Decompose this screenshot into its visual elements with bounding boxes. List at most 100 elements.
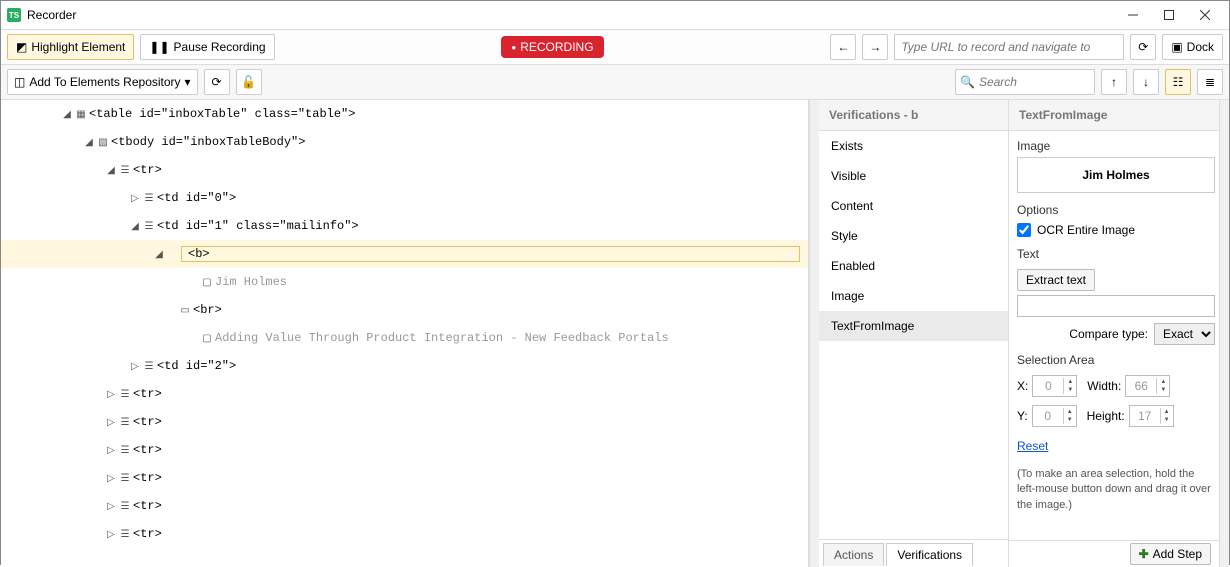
lock-button[interactable]: 🔓 bbox=[236, 69, 262, 95]
expand-icon[interactable]: ▷ bbox=[129, 361, 141, 372]
tree-row-td0[interactable]: ▷ ☰ <td id="0"> bbox=[1, 184, 808, 212]
extracted-text-input[interactable] bbox=[1017, 295, 1215, 317]
verification-content[interactable]: Content bbox=[819, 191, 1008, 221]
tree-view-button[interactable]: ☷ bbox=[1165, 69, 1191, 95]
compare-type-select[interactable]: Exact bbox=[1154, 323, 1215, 345]
verification-textfromimage[interactable]: TextFromImage bbox=[819, 311, 1008, 341]
recording-indicator: ● RECORDING bbox=[501, 36, 603, 58]
record-icon: ● bbox=[511, 43, 516, 52]
tab-verifications[interactable]: Verifications bbox=[886, 543, 973, 566]
url-input[interactable] bbox=[894, 34, 1124, 60]
list-icon: ≣ bbox=[1205, 75, 1215, 89]
row-icon: ☰ bbox=[117, 499, 133, 513]
tree-row-b-selected[interactable]: ◢ <b> bbox=[1, 240, 808, 268]
tree-row-tr[interactable]: ▷ ☰ <tr> bbox=[1, 408, 808, 436]
highlight-icon: ◩ bbox=[16, 40, 27, 54]
tree-row-br[interactable]: ▭ <br> bbox=[1, 296, 808, 324]
expand-icon[interactable]: ▷ bbox=[105, 529, 117, 540]
refresh-tree-button[interactable]: ⟳ bbox=[204, 69, 230, 95]
verification-image[interactable]: Image bbox=[819, 281, 1008, 311]
spin-up-icon[interactable]: ▲ bbox=[1063, 408, 1076, 416]
x-input[interactable] bbox=[1033, 379, 1063, 393]
maximize-button[interactable] bbox=[1151, 3, 1187, 27]
search-box[interactable]: 🔍 bbox=[955, 69, 1095, 95]
tree-row-text-jim[interactable]: ▢ Jim Holmes bbox=[1, 268, 808, 296]
extract-text-button[interactable]: Extract text bbox=[1017, 269, 1095, 291]
collapse-icon[interactable]: ◢ bbox=[61, 109, 73, 120]
cell-icon: ☰ bbox=[141, 191, 157, 205]
pause-label: Pause Recording bbox=[174, 40, 266, 54]
spin-up-icon[interactable]: ▲ bbox=[1160, 408, 1173, 416]
spin-down-icon[interactable]: ▼ bbox=[1156, 386, 1169, 394]
width-stepper[interactable]: ▲▼ bbox=[1125, 375, 1170, 397]
y-input[interactable] bbox=[1033, 409, 1063, 423]
search-input[interactable] bbox=[975, 75, 1090, 89]
tree-label: <tr> bbox=[133, 499, 162, 513]
collapse-icon[interactable]: ◢ bbox=[83, 137, 95, 148]
tree-row-table[interactable]: ◢ ▦ <table id="inboxTable" class="table"… bbox=[1, 100, 808, 128]
nav-back-button[interactable]: ← bbox=[830, 34, 856, 60]
verification-style[interactable]: Style bbox=[819, 221, 1008, 251]
tree-label: <table id="inboxTable" class="table"> bbox=[89, 107, 355, 121]
spin-down-icon[interactable]: ▼ bbox=[1160, 416, 1173, 424]
spin-down-icon[interactable]: ▼ bbox=[1063, 416, 1076, 424]
unlock-icon: 🔓 bbox=[241, 75, 256, 89]
tab-actions[interactable]: Actions bbox=[823, 543, 884, 566]
reload-button[interactable]: ⟳ bbox=[1130, 34, 1156, 60]
tree-row-tr[interactable]: ◢ ☰ <tr> bbox=[1, 156, 808, 184]
list-view-button[interactable]: ≣ bbox=[1197, 69, 1223, 95]
text-section-label: Text bbox=[1017, 245, 1215, 265]
width-input[interactable] bbox=[1126, 379, 1156, 393]
vertical-scrollbar[interactable] bbox=[1219, 100, 1229, 567]
highlight-element-button[interactable]: ◩ Highlight Element bbox=[7, 34, 134, 60]
collapse-icon[interactable]: ◢ bbox=[153, 249, 165, 260]
expand-icon[interactable]: ▷ bbox=[105, 389, 117, 400]
spin-up-icon[interactable]: ▲ bbox=[1156, 378, 1169, 386]
tree-row-tr[interactable]: ▷ ☰ <tr> bbox=[1, 380, 808, 408]
height-input[interactable] bbox=[1130, 409, 1160, 423]
tree-row-tr[interactable]: ▷ ☰ <tr> bbox=[1, 436, 808, 464]
verification-exists[interactable]: Exists bbox=[819, 131, 1008, 161]
y-stepper[interactable]: ▲▼ bbox=[1032, 405, 1077, 427]
tree-row-td1[interactable]: ◢ ☰ <td id="1" class="mailinfo"> bbox=[1, 212, 808, 240]
tree-row-tr[interactable]: ▷ ☰ <tr> bbox=[1, 492, 808, 520]
tree-label: <td id="2"> bbox=[157, 359, 236, 373]
minimize-button[interactable] bbox=[1115, 3, 1151, 27]
dock-button[interactable]: ▣ Dock bbox=[1162, 34, 1223, 60]
tree-row-td2[interactable]: ▷ ☰ <td id="2"> bbox=[1, 352, 808, 380]
add-step-button[interactable]: ✚ Add Step bbox=[1130, 543, 1211, 565]
x-stepper[interactable]: ▲▼ bbox=[1032, 375, 1077, 397]
height-stepper[interactable]: ▲▼ bbox=[1129, 405, 1174, 427]
verification-enabled[interactable]: Enabled bbox=[819, 251, 1008, 281]
expand-icon[interactable]: ▷ bbox=[105, 417, 117, 428]
nav-forward-button[interactable]: → bbox=[862, 34, 888, 60]
spin-down-icon[interactable]: ▼ bbox=[1063, 386, 1076, 394]
spin-up-icon[interactable]: ▲ bbox=[1063, 378, 1076, 386]
tree-label: <tr> bbox=[133, 443, 162, 457]
pause-recording-button[interactable]: ❚❚ Pause Recording bbox=[140, 34, 274, 60]
row-icon: ☰ bbox=[117, 471, 133, 485]
tree-row-tbody[interactable]: ◢ ▧ <tbody id="inboxTableBody"> bbox=[1, 128, 808, 156]
reload-icon: ⟳ bbox=[1138, 40, 1148, 54]
reset-link[interactable]: Reset bbox=[1017, 439, 1048, 453]
vertical-scrollbar[interactable] bbox=[809, 100, 819, 567]
expand-icon[interactable]: ▷ bbox=[105, 445, 117, 456]
add-to-repository-dropdown[interactable]: ◫ Add To Elements Repository ▾ bbox=[7, 69, 198, 95]
verification-visible[interactable]: Visible bbox=[819, 161, 1008, 191]
titlebar: TS Recorder bbox=[1, 1, 1229, 29]
close-button[interactable] bbox=[1187, 3, 1223, 27]
ocr-entire-image-checkbox[interactable] bbox=[1017, 223, 1031, 237]
search-prev-button[interactable]: ↑ bbox=[1101, 69, 1127, 95]
tree-row-text-adding[interactable]: ▢ Adding Value Through Product Integrati… bbox=[1, 324, 808, 352]
properties-scroll[interactable]: Image Jim Holmes Options OCR Entire Imag… bbox=[1009, 131, 1219, 540]
search-next-button[interactable]: ↓ bbox=[1133, 69, 1159, 95]
properties-title: TextFromImage bbox=[1009, 100, 1219, 131]
collapse-icon[interactable]: ◢ bbox=[105, 165, 117, 176]
tree-row-tr[interactable]: ▷ ☰ <tr> bbox=[1, 520, 808, 548]
collapse-icon[interactable]: ◢ bbox=[129, 221, 141, 232]
expand-icon[interactable]: ▷ bbox=[129, 193, 141, 204]
expand-icon[interactable]: ▷ bbox=[105, 473, 117, 484]
expand-icon[interactable]: ▷ bbox=[105, 501, 117, 512]
tree-row-tr[interactable]: ▷ ☰ <tr> bbox=[1, 464, 808, 492]
dom-tree-pane[interactable]: ◢ ▦ <table id="inboxTable" class="table"… bbox=[1, 100, 809, 567]
